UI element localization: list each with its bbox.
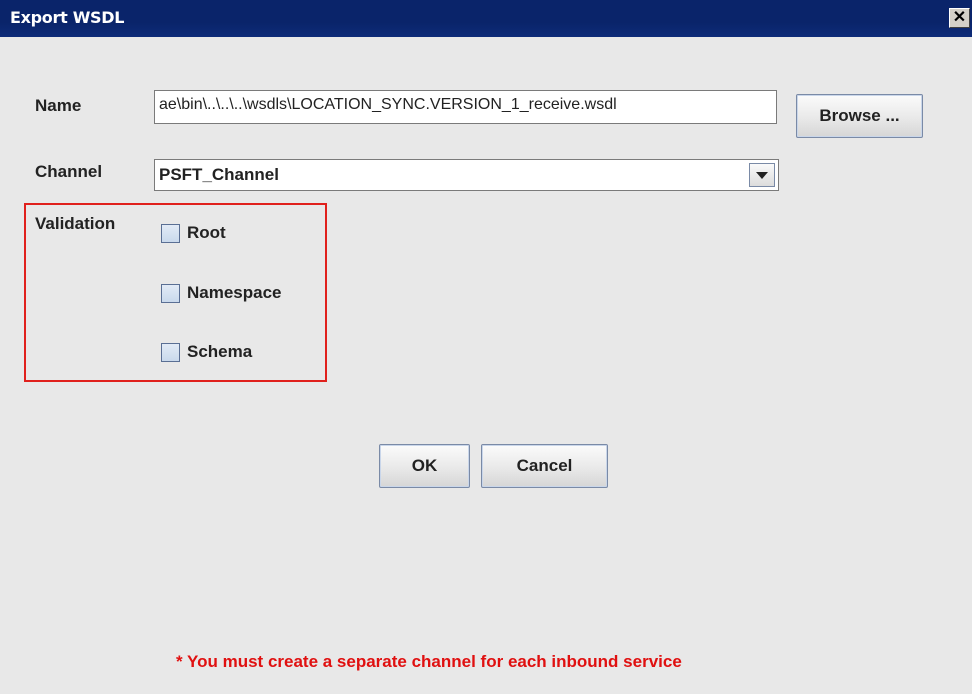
root-label: Root bbox=[187, 223, 226, 242]
schema-label: Schema bbox=[187, 342, 253, 361]
name-label: Name bbox=[35, 96, 82, 115]
browse-button[interactable]: Browse ... bbox=[796, 94, 923, 138]
title-bar: Export WSDL ✕ bbox=[0, 0, 972, 37]
window-title: Export WSDL bbox=[10, 8, 125, 27]
validation-label: Validation bbox=[35, 214, 116, 233]
close-icon[interactable]: ✕ bbox=[949, 8, 970, 28]
channel-label: Channel bbox=[35, 162, 103, 181]
channel-warning-note: * You must create a separate channel for… bbox=[176, 652, 682, 671]
channel-select-value: PSFT_Channel bbox=[159, 165, 279, 184]
namespace-label: Namespace bbox=[187, 283, 282, 302]
namespace-checkbox[interactable] bbox=[161, 284, 180, 303]
schema-checkbox[interactable] bbox=[161, 343, 180, 362]
root-checkbox[interactable] bbox=[161, 224, 180, 243]
name-field[interactable]: ae\bin\..\..\..\wsdls\LOCATION_SYNC.VERS… bbox=[154, 90, 777, 124]
ok-button[interactable]: OK bbox=[379, 444, 470, 488]
cancel-button[interactable]: Cancel bbox=[481, 444, 608, 488]
chevron-down-icon[interactable] bbox=[749, 163, 775, 187]
channel-select[interactable]: PSFT_Channel bbox=[154, 159, 779, 191]
